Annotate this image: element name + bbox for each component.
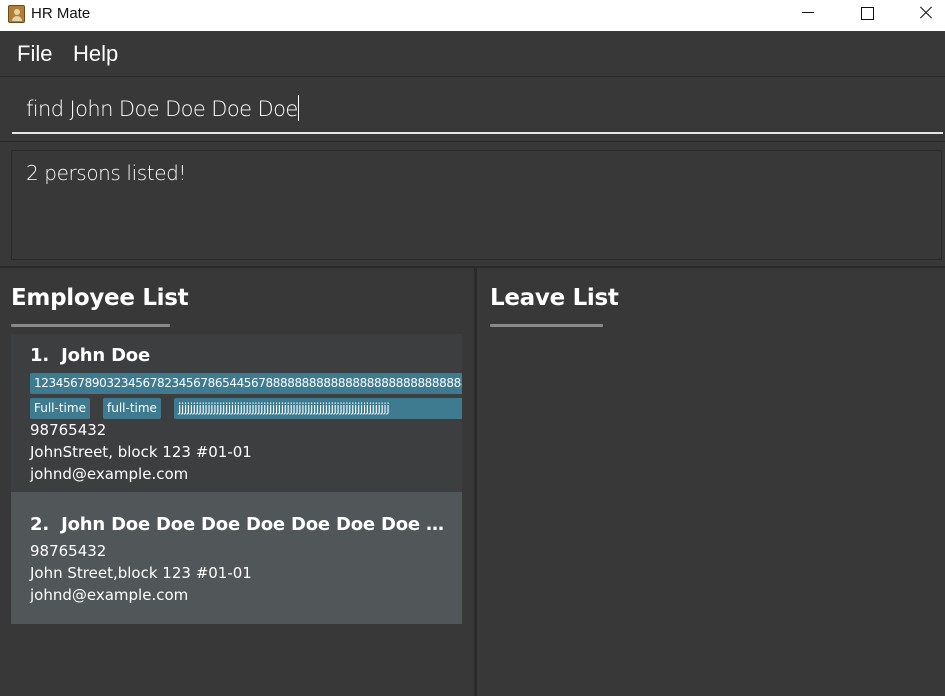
employee-name-text: John Doe	[61, 345, 150, 366]
employee-address: John Street,block 123 #01-01	[30, 564, 252, 582]
command-area: find John Doe Doe Doe Doe	[0, 78, 945, 142]
menu-bar: File Help	[0, 31, 945, 77]
employee-name: 1. John Doe	[30, 345, 150, 366]
employee-list-title: Employee List	[11, 285, 189, 311]
command-input[interactable]: find John Doe Doe Doe Doe	[12, 87, 943, 134]
employee-phone: 98765432	[30, 421, 107, 439]
employee-tag: Full-time	[30, 398, 90, 419]
text-caret	[297, 95, 299, 121]
leave-title-underline	[490, 324, 603, 327]
leave-list-title: Leave List	[490, 285, 619, 311]
employee-name: 2. John Doe Doe Doe Doe Doe Doe Doe Do..…	[30, 514, 450, 535]
result-message: 2 persons listed!	[26, 161, 187, 185]
close-icon[interactable]	[895, 0, 945, 31]
employee-card-selected[interactable]: 2. John Doe Doe Doe Doe Doe Doe Doe Do..…	[11, 492, 462, 624]
employee-title-underline	[11, 324, 170, 327]
minimize-icon[interactable]	[779, 0, 837, 31]
employee-tag: full-time	[103, 398, 161, 419]
menu-help[interactable]: Help	[73, 41, 118, 67]
employee-email: johnd@example.com	[30, 465, 189, 483]
command-text: find John Doe Doe Doe Doe	[26, 97, 298, 121]
employee-address: JohnStreet, block 123 #01-01	[30, 443, 252, 461]
horizontal-divider	[0, 266, 945, 268]
employee-index: 1.	[30, 345, 49, 366]
employee-name-text: John Doe Doe Doe Doe Doe Doe Doe Do...	[61, 514, 450, 535]
result-display: 2 persons listed!	[11, 150, 942, 260]
employee-tag: jjjjjjjjjjjjjjjjjjjjjjjjjjjjjjjjjjjjjjjj…	[174, 398, 462, 419]
employee-tag: 1234567890323456782345678654456788888888…	[30, 373, 462, 394]
maximize-icon[interactable]	[837, 0, 895, 31]
title-bar: HR Mate	[0, 0, 945, 31]
window-title: HR Mate	[31, 5, 91, 22]
employee-phone: 98765432	[30, 542, 107, 560]
employee-index: 2.	[30, 514, 49, 535]
leave-list	[477, 335, 945, 696]
menu-file[interactable]: File	[17, 41, 52, 67]
employee-card[interactable]: 1. John Doe 1234567890323456782345678654…	[11, 334, 462, 492]
app-icon	[8, 5, 25, 23]
employee-email: johnd@example.com	[30, 586, 189, 604]
